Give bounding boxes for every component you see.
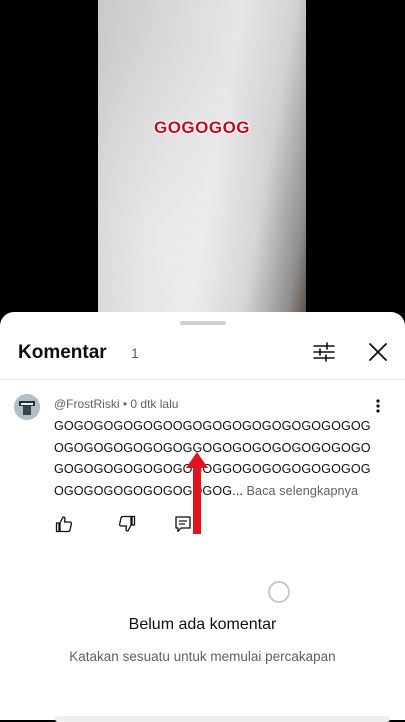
video-caption: GOGOGOG xyxy=(153,118,251,137)
like-icon[interactable] xyxy=(54,514,74,534)
empty-state-title: Belum ada komentar xyxy=(128,616,277,633)
empty-state-subtitle: Katakan sesuatu untuk memulai percakapan xyxy=(69,649,336,664)
comment-input-bar[interactable] xyxy=(55,716,390,722)
comments-count: 1 xyxy=(131,345,139,361)
header-divider xyxy=(0,379,405,380)
filter-icon[interactable] xyxy=(312,340,336,364)
kebab-icon[interactable] xyxy=(370,398,386,414)
video-player[interactable]: GOGOGOG xyxy=(0,0,405,325)
dislike-icon[interactable] xyxy=(117,514,137,534)
comment-text[interactable]: GOGOGOGOGOGOOGOGOGOGOGOGOGOGOGOGOGOGOGOG… xyxy=(54,416,374,502)
comment-meta[interactable]: @FrostRiski • 0 dtk lalu xyxy=(54,397,178,411)
avatar-image-icon xyxy=(14,394,40,420)
avatar[interactable] xyxy=(14,394,40,420)
read-more-link[interactable]: Baca selengkapnya xyxy=(247,484,359,498)
loading-spinner-icon xyxy=(268,581,290,603)
video-frame[interactable]: GOGOGOG xyxy=(98,0,306,325)
close-icon[interactable] xyxy=(366,340,390,364)
comments-title: Komentar xyxy=(18,342,107,363)
drag-handle[interactable] xyxy=(180,321,226,325)
red-arrow-icon xyxy=(186,452,208,534)
